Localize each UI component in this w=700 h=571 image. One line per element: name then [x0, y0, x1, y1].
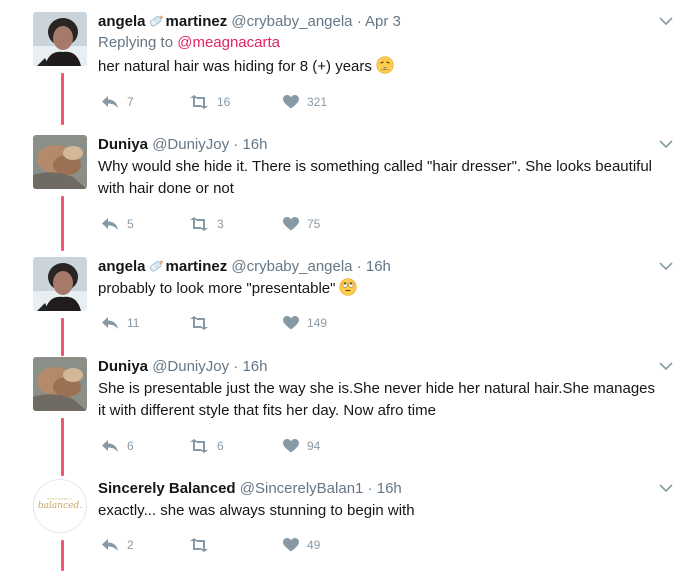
avatar-logo-text: balanced. — [37, 501, 83, 511]
tweet-header: angela martinez @crybaby_angela · 16h — [98, 257, 391, 277]
separator-dot: · — [367, 480, 373, 497]
tweet-text: Why would she hide it. There is somethin… — [98, 158, 652, 197]
like-button[interactable]: 75 — [283, 215, 320, 233]
reply-button[interactable]: 11 — [101, 314, 139, 332]
tweet-timestamp[interactable]: 16h — [366, 258, 391, 275]
retweet-button[interactable]: 6 — [189, 437, 224, 455]
tweet[interactable]: Duniya @DuniyJoy · 16h She is presentabl… — [0, 357, 700, 457]
weary-face-emoji — [376, 56, 394, 74]
heart-icon — [283, 316, 299, 330]
tweet-timestamp[interactable]: Apr 3 — [365, 13, 401, 30]
avatar[interactable]: SINCERELY balanced. — [33, 479, 87, 533]
tweet[interactable]: Duniya @DuniyJoy · 16h Why would she hid… — [0, 135, 700, 235]
reply-button[interactable]: 5 — [101, 215, 134, 233]
mention-link[interactable]: @meagnacarta — [177, 34, 280, 51]
reply-button[interactable]: 7 — [101, 93, 134, 111]
retweet-icon — [190, 95, 208, 109]
avatar-small-text: SINCERELY — [47, 497, 73, 501]
display-name[interactable]: angela martinez — [98, 258, 227, 275]
separator-dot: · — [356, 258, 362, 275]
separator-dot: · — [356, 13, 362, 30]
tweet-text: her natural hair was hiding for 8 (+) ye… — [98, 56, 658, 78]
tweet-timestamp[interactable]: 16h — [377, 480, 402, 497]
user-handle[interactable]: @SincerelyBalan1 — [240, 480, 364, 497]
retweet-icon — [190, 538, 208, 552]
reply-icon — [102, 539, 118, 551]
heart-icon — [283, 439, 299, 453]
heart-icon — [283, 95, 299, 109]
reply-icon — [102, 440, 118, 452]
retweet-button[interactable] — [189, 536, 217, 554]
tweet[interactable]: angela martinez @crybaby_angela · Apr 3 R… — [0, 12, 700, 112]
tweet-text: She is presentable just the way she is.S… — [98, 380, 656, 419]
baby-bottle-icon — [149, 15, 163, 27]
like-button[interactable]: 94 — [283, 437, 320, 455]
reply-icon — [102, 218, 118, 230]
retweet-icon — [190, 316, 208, 330]
user-handle[interactable]: @crybaby_angela — [231, 13, 352, 30]
chevron-down-icon[interactable] — [659, 261, 673, 271]
tweet[interactable]: SINCERELY balanced. Sincerely Balanced @… — [0, 479, 700, 571]
tweet[interactable]: angela martinez @crybaby_angela · 16h pro… — [0, 257, 700, 337]
like-button[interactable]: 149 — [283, 314, 327, 332]
tweet-timestamp[interactable]: 16h — [242, 136, 267, 153]
retweet-button[interactable]: 16 — [189, 93, 230, 111]
avatar[interactable] — [33, 357, 87, 411]
reply-icon — [102, 317, 118, 329]
chevron-down-icon[interactable] — [659, 483, 673, 493]
user-handle[interactable]: @crybaby_angela — [231, 258, 352, 275]
tweet-header: Duniya @DuniyJoy · 16h — [98, 357, 267, 377]
tweet-header: Duniya @DuniyJoy · 16h — [98, 135, 267, 155]
reply-icon — [102, 96, 118, 108]
tweet-timestamp[interactable]: 16h — [242, 358, 267, 375]
tweet-text: exactly... she was always stunning to be… — [98, 502, 415, 519]
heart-icon — [283, 217, 299, 231]
chevron-down-icon[interactable] — [659, 139, 673, 149]
rolling-eyes-emoji — [339, 278, 358, 296]
display-name[interactable]: Sincerely Balanced — [98, 480, 236, 497]
separator-dot: · — [233, 136, 239, 153]
heart-icon — [283, 538, 299, 552]
like-button[interactable]: 321 — [283, 93, 327, 111]
chevron-down-icon[interactable] — [659, 361, 673, 371]
avatar[interactable] — [33, 135, 87, 189]
retweet-button[interactable] — [189, 314, 217, 332]
user-handle[interactable]: @DuniyJoy — [152, 358, 229, 375]
reply-button[interactable]: 2 — [101, 536, 134, 554]
tweet-header: angela martinez @crybaby_angela · Apr 3 — [98, 12, 401, 32]
tweet-header: Sincerely Balanced @SincerelyBalan1 · 16… — [98, 479, 402, 499]
like-button[interactable]: 49 — [283, 536, 320, 554]
separator-dot: · — [233, 358, 239, 375]
user-handle[interactable]: @DuniyJoy — [152, 136, 229, 153]
display-name[interactable]: Duniya — [98, 136, 148, 153]
retweet-icon — [190, 217, 208, 231]
reply-button[interactable]: 6 — [101, 437, 134, 455]
avatar[interactable] — [33, 257, 87, 311]
avatar[interactable] — [33, 12, 87, 66]
retweet-icon — [190, 439, 208, 453]
baby-bottle-icon — [149, 260, 163, 272]
chevron-down-icon[interactable] — [659, 16, 673, 26]
retweet-button[interactable]: 3 — [189, 215, 224, 233]
tweet-text: probably to look more "presentable" — [98, 278, 658, 300]
replying-to: Replying to @meagnacarta — [98, 34, 280, 51]
display-name[interactable]: Duniya — [98, 358, 148, 375]
display-name[interactable]: angela martinez — [98, 13, 227, 30]
